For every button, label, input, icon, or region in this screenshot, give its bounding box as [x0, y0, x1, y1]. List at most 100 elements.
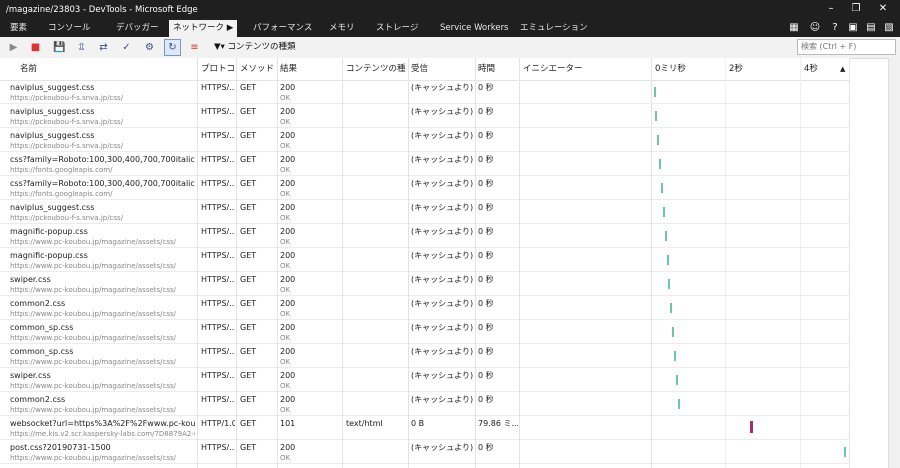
table-row[interactable]: css?family=Roboto:100,300,400,700,700ita…: [0, 176, 850, 200]
column-divider[interactable]: [236, 58, 237, 468]
request-status-value: 200: [280, 179, 296, 188]
smiley-feedback-icon[interactable]: ☺: [808, 21, 822, 35]
column-divider[interactable]: [475, 58, 476, 468]
console-drawer-icon[interactable]: ▦: [787, 21, 801, 35]
request-protocol-value: HTTPS/...: [201, 443, 235, 452]
status-text: OK: [280, 214, 291, 222]
request-method: GET: [240, 106, 274, 117]
tab-console[interactable]: コンソール: [48, 20, 91, 37]
request-name: magnific-popup.css https://www.pc-koubou.…: [10, 226, 195, 248]
table-row[interactable]: magnific-popup.css https://www.pc-koubou.…: [0, 224, 850, 248]
close-icon[interactable]: ✕: [872, 3, 894, 14]
column-name[interactable]: 名前: [20, 58, 37, 80]
request-received: (キャッシュより): [411, 226, 473, 237]
tab-memory[interactable]: メモリ: [329, 20, 355, 37]
table-row[interactable]: naviplus_suggest.css https://pckoubou-f-s…: [0, 104, 850, 128]
request-url: https://pckoubou-f-s.snva.jp/css/: [10, 142, 124, 150]
request-protocol: HTTPS/...: [201, 202, 235, 213]
table-row[interactable]: naviplus_suggest.css https://pckoubou-f-s…: [0, 200, 850, 224]
waterfall-bar: [670, 303, 673, 313]
clear-cache-icon[interactable]: ⚙: [142, 40, 157, 55]
request-name-value: common_sp.css: [10, 347, 74, 356]
column-protocol[interactable]: プロトコ: [201, 58, 235, 80]
save-icon[interactable]: 💾: [52, 40, 67, 55]
table-row[interactable]: common2.css https://www.pc-koubou.jp/maga…: [0, 296, 850, 320]
column-divider[interactable]: [408, 58, 409, 468]
table-row[interactable]: common_sp.css https://www.pc-koubou.jp/ma…: [0, 320, 850, 344]
export-har-icon[interactable]: ⇫: [74, 40, 89, 55]
request-method-value: GET: [240, 371, 257, 380]
request-url: https://www.pc-koubou.jp/magazine/assets…: [10, 382, 177, 390]
request-method-value: GET: [240, 227, 257, 236]
pin-window-icon[interactable]: ▣: [846, 21, 860, 35]
column-divider[interactable]: [651, 58, 652, 468]
tab-network[interactable]: ネットワーク ▶: [169, 20, 238, 37]
column-received[interactable]: 受信: [411, 58, 428, 80]
request-protocol-value: HTTPS/...: [201, 107, 235, 116]
import-icon[interactable]: ⇄: [96, 40, 111, 55]
request-method-value: GET: [240, 107, 257, 116]
stop-record-icon[interactable]: ■: [28, 40, 43, 55]
tab-elements[interactable]: 要素: [10, 20, 27, 37]
table-row[interactable]: magnific-popup.css https://www.pc-koubou.…: [0, 248, 850, 272]
restore-icon[interactable]: ❐: [845, 3, 867, 14]
request-status-value: 101: [280, 419, 296, 428]
request-time-value: 0 秒: [478, 203, 494, 212]
request-status: 200 OK: [280, 298, 340, 320]
request-received-value: (キャッシュより): [411, 299, 473, 308]
request-received-value: (キャッシュより): [411, 83, 473, 92]
request-time-value: 0 秒: [478, 371, 494, 380]
table-row[interactable]: naviplus_suggest.css https://pckoubou-f-s…: [0, 128, 850, 152]
table-row[interactable]: swiper.css https://www.pc-koubou.jp/magaz…: [0, 368, 850, 392]
request-name: naviplus_suggest.css https://pckoubou-f-s…: [10, 82, 195, 104]
minimize-icon[interactable]: –: [820, 3, 842, 14]
column-method[interactable]: メソッド: [240, 58, 274, 80]
column-initiator[interactable]: イニシエーター: [523, 58, 583, 80]
sort-ascending-icon[interactable]: ▲: [840, 63, 845, 77]
request-received: (キャッシュより): [411, 394, 473, 405]
request-method: GET: [240, 298, 274, 309]
request-protocol: HTTPS/...: [201, 442, 235, 453]
table-row[interactable]: post.css?20190731-1500 https://www.pc-kou…: [0, 440, 850, 464]
table-row[interactable]: naviplus_suggest.css https://pckoubou-f-s…: [0, 80, 850, 104]
tab-debugger[interactable]: デバッガー: [116, 20, 159, 37]
search-input[interactable]: 検索 (Ctrl + F): [797, 39, 896, 55]
request-method: GET: [240, 130, 274, 141]
table-row[interactable]: css?family=Roboto:100,300,400,700,700ita…: [0, 152, 850, 176]
column-time[interactable]: 時間: [478, 58, 495, 80]
table-row[interactable]: common_sp.css https://www.pc-koubou.jp/ma…: [0, 344, 850, 368]
vertical-scrollbar[interactable]: [888, 58, 900, 468]
column-divider[interactable]: [277, 58, 278, 468]
request-name-value: naviplus_suggest.css: [10, 107, 95, 116]
play-icon[interactable]: ▶: [6, 40, 21, 55]
request-status: 200 OK: [280, 370, 340, 392]
clear-entries-icon[interactable]: ≡: [187, 40, 202, 55]
request-time-value: 0 秒: [478, 251, 494, 260]
request-name-value: magnific-popup.css: [10, 227, 88, 236]
table-row[interactable]: websocket?url=https%3A%2F%2Fwww.pc-koubo…: [0, 416, 850, 440]
tab-performance[interactable]: パフォーマンス: [253, 20, 312, 37]
request-received: (キャッシュより): [411, 130, 473, 141]
tab-emulation[interactable]: エミュレーション: [520, 20, 588, 37]
request-method-value: GET: [240, 347, 257, 356]
waterfall-bar: [655, 111, 658, 121]
column-divider[interactable]: [342, 58, 343, 468]
request-protocol: HTTPS/...: [201, 178, 235, 189]
tab-service-workers[interactable]: Service Workers: [440, 20, 509, 37]
clear-cookies-icon[interactable]: ✓: [119, 40, 134, 55]
content-type-filter[interactable]: ▼▾ コンテンツの種類: [214, 40, 296, 55]
always-refresh-icon[interactable]: ↻: [164, 39, 181, 56]
dock-side-icon[interactable]: ▧: [882, 21, 896, 35]
request-status-value: 200: [280, 443, 296, 452]
help-icon[interactable]: ?: [828, 21, 842, 35]
column-divider[interactable]: [197, 58, 198, 468]
dock-bottom-icon[interactable]: ▤: [864, 21, 878, 35]
tab-storage[interactable]: ストレージ: [376, 20, 418, 37]
table-row[interactable]: common2.css https://www.pc-koubou.jp/maga…: [0, 392, 850, 416]
request-method-value: GET: [240, 299, 257, 308]
column-status[interactable]: 結果: [280, 58, 297, 80]
request-status: 200 OK: [280, 274, 340, 296]
column-divider[interactable]: [519, 58, 520, 468]
table-row[interactable]: swiper.css https://www.pc-koubou.jp/magaz…: [0, 272, 850, 296]
column-content-type[interactable]: コンテンツの種: [346, 58, 406, 80]
